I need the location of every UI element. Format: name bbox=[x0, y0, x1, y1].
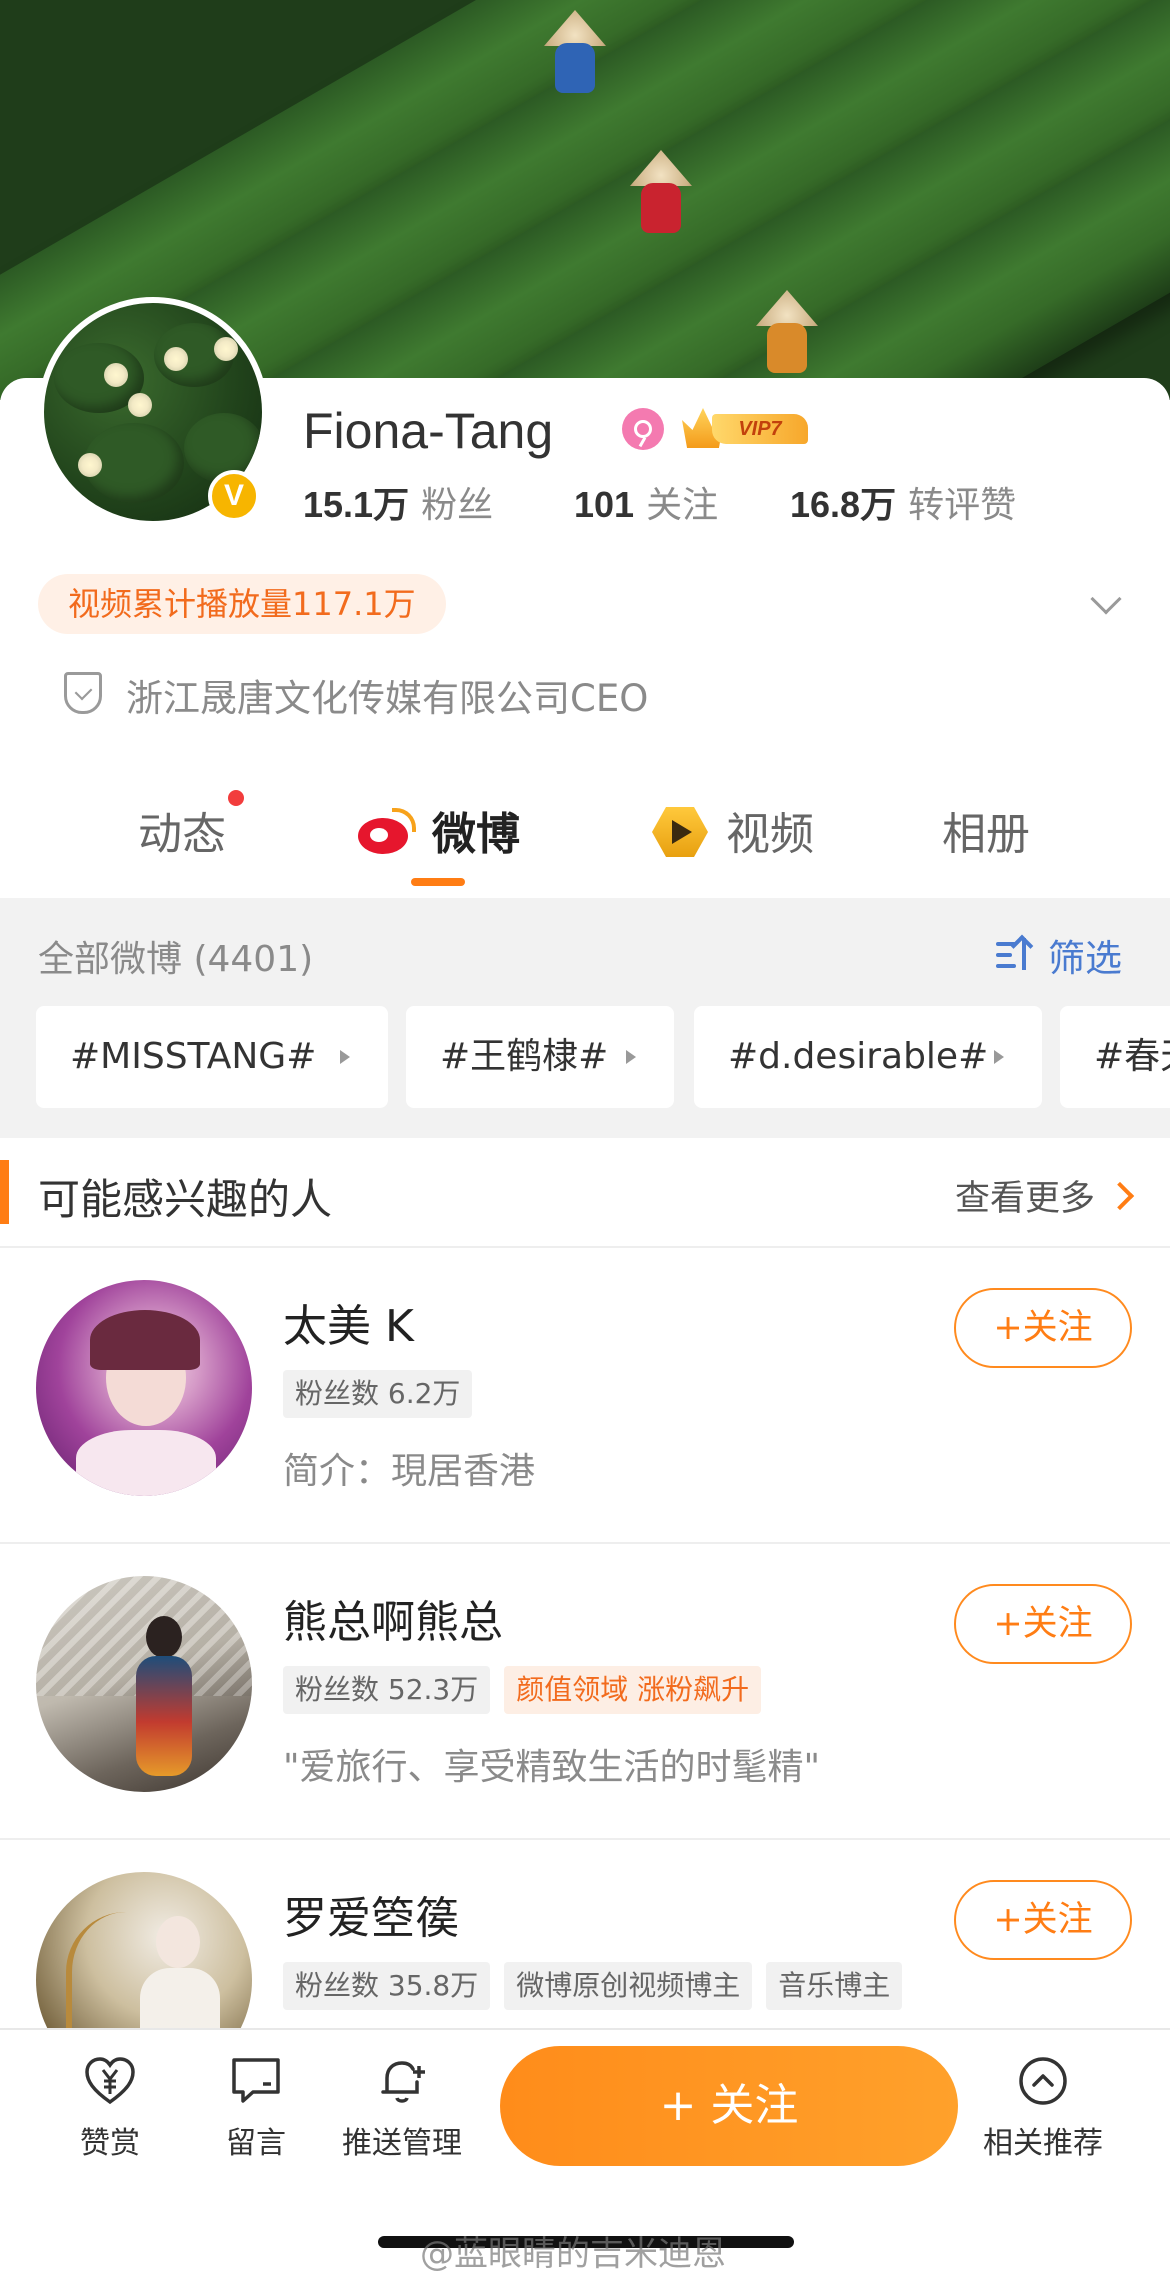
bell-plus-icon bbox=[375, 2054, 429, 2108]
stat-followers[interactable]: 15.1万 粉丝 bbox=[303, 476, 493, 528]
heart-yen-icon bbox=[83, 2054, 137, 2108]
user-tags: 粉丝数 6.2万 bbox=[283, 1370, 486, 1418]
video-play-count-badge[interactable]: 视频累计播放量117.1万 bbox=[38, 574, 446, 634]
user-name[interactable]: 罗爱箜篌 bbox=[283, 1882, 459, 1946]
follow-button[interactable]: +关注 bbox=[954, 1288, 1132, 1368]
verification-text: 浙江晟唐文化传媒有限公司CEO bbox=[126, 677, 649, 720]
section-accent-bar bbox=[0, 1160, 9, 1224]
watermark-text: @蓝眼睛的吉米迪恩 bbox=[420, 2234, 726, 2274]
lens-badge-icon[interactable] bbox=[622, 408, 664, 450]
push-settings-button[interactable]: 推送管理 bbox=[327, 2054, 477, 2162]
topic-chip[interactable]: #王鹤棣# bbox=[406, 1006, 674, 1108]
fan-count-tag: 粉丝数 6.2万 bbox=[283, 1370, 473, 1418]
fan-count-tag: 粉丝数 35.8万 bbox=[283, 1962, 491, 2010]
recommend-user-card[interactable]: 太美 K 粉丝数 6.2万 简介：現居香港 +关注 bbox=[0, 1248, 1170, 1542]
filter-button[interactable]: 筛选 bbox=[1048, 928, 1122, 982]
chat-bubble-icon bbox=[229, 2054, 283, 2108]
reward-label: 赞赏 bbox=[80, 2126, 140, 2161]
profile-tabs: 动态 微博 视频 相册 bbox=[0, 780, 1170, 898]
reward-button[interactable]: 赞赏 bbox=[35, 2054, 185, 2162]
weibo-logo-icon bbox=[358, 808, 416, 856]
follow-main-button[interactable]: + 关注 bbox=[500, 2046, 958, 2166]
chevron-up-circle-icon bbox=[1016, 2054, 1070, 2108]
avatar[interactable] bbox=[36, 1280, 252, 1496]
fan-count-tag: 粉丝数 52.3万 bbox=[283, 1666, 491, 1714]
shield-icon bbox=[64, 672, 102, 714]
vip-badge-icon[interactable]: VIP7 bbox=[682, 406, 810, 450]
recommend-title: 可能感兴趣的人 bbox=[38, 1175, 333, 1224]
creator-tag: 微博原创视频博主 bbox=[504, 1962, 753, 2010]
notification-dot bbox=[228, 790, 244, 806]
recommend-user-card[interactable]: 熊总啊熊总 粉丝数 52.3万 颜值领域 涨粉飙升 "爱旅行、享受精致生活的时髦精… bbox=[0, 1544, 1170, 1838]
see-more-link[interactable]: 查看更多 bbox=[955, 1170, 1095, 1221]
verified-badge-icon: V bbox=[208, 470, 260, 522]
chevron-right-icon[interactable] bbox=[1105, 1181, 1135, 1211]
message-label: 留言 bbox=[226, 2126, 286, 2161]
user-name[interactable]: 太美 K bbox=[283, 1290, 414, 1354]
profile-name: Fiona-Tang bbox=[303, 403, 554, 459]
topic-chip[interactable]: #MISSTANG# bbox=[36, 1006, 388, 1108]
active-tab-indicator bbox=[411, 878, 465, 886]
topic-chip[interactable]: #d.desirable# bbox=[694, 1006, 1042, 1108]
music-blogger-tag: 音乐博主 bbox=[766, 1962, 903, 2010]
tab-feed[interactable]: 动态 bbox=[138, 798, 226, 862]
filter-sort-icon[interactable] bbox=[996, 938, 1036, 972]
user-name[interactable]: 熊总啊熊总 bbox=[283, 1586, 503, 1650]
stat-reposts-comments-likes[interactable]: 16.8万 转评赞 bbox=[790, 476, 1016, 528]
tab-album[interactable]: 相册 bbox=[942, 798, 1030, 862]
user-bio: "爱旅行、享受精致生活的时髦精" bbox=[283, 1747, 821, 1788]
stat-following[interactable]: 101 关注 bbox=[574, 476, 718, 528]
topic-chip[interactable]: #春天 bbox=[1060, 1006, 1170, 1108]
avatar[interactable] bbox=[36, 1576, 252, 1792]
tab-video[interactable]: 视频 bbox=[726, 798, 814, 862]
related-recommend-button[interactable]: 相关推荐 bbox=[968, 2054, 1118, 2162]
user-tags: 粉丝数 52.3万 颜值领域 涨粉飙升 bbox=[283, 1666, 775, 1714]
user-bio: 简介：現居香港 bbox=[283, 1451, 536, 1492]
trending-tag: 颜值领域 涨粉飙升 bbox=[504, 1666, 762, 1714]
message-button[interactable]: 留言 bbox=[181, 2054, 331, 2162]
all-weibo-count: 全部微博 (4401) bbox=[38, 939, 314, 980]
follow-button[interactable]: +关注 bbox=[954, 1584, 1132, 1664]
follow-button[interactable]: +关注 bbox=[954, 1880, 1132, 1960]
user-tags: 粉丝数 35.8万 微博原创视频博主 音乐博主 bbox=[283, 1962, 916, 2010]
push-settings-label: 推送管理 bbox=[342, 2126, 462, 2161]
tab-weibo[interactable]: 微博 bbox=[432, 798, 520, 862]
related-recommend-label: 相关推荐 bbox=[983, 2126, 1103, 2161]
